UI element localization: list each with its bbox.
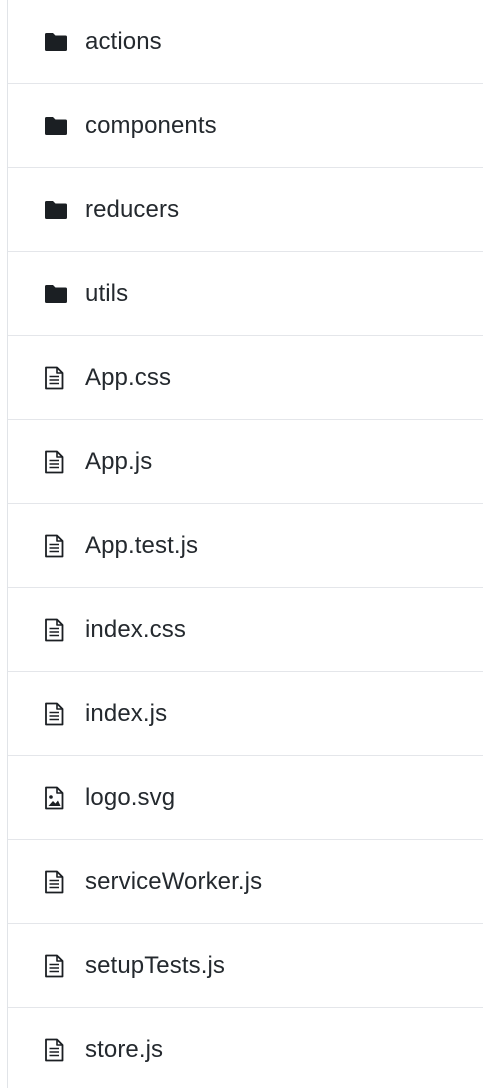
list-item-app-test-js[interactable]: App.test.js: [8, 504, 483, 588]
list-item-reducers[interactable]: reducers: [8, 168, 483, 252]
item-name[interactable]: setupTests.js: [85, 952, 225, 980]
item-name[interactable]: store.js: [85, 1036, 163, 1064]
list-item-utils[interactable]: utils: [8, 252, 483, 336]
list-item-store-js[interactable]: store.js: [8, 1008, 483, 1088]
list-item-components[interactable]: components: [8, 84, 483, 168]
item-name[interactable]: logo.svg: [85, 784, 175, 812]
list-item-actions[interactable]: actions: [8, 0, 483, 84]
list-item-app-js[interactable]: App.js: [8, 420, 483, 504]
item-name[interactable]: App.css: [85, 364, 171, 392]
list-item-logo-svg[interactable]: logo.svg: [8, 756, 483, 840]
folder-icon: [44, 27, 74, 57]
folder-icon: [44, 111, 74, 141]
list-item-serviceworker-js[interactable]: serviceWorker.js: [8, 840, 483, 924]
item-name[interactable]: index.js: [85, 700, 167, 728]
file-text-icon: [44, 447, 74, 477]
item-name[interactable]: utils: [85, 280, 128, 308]
list-item-setuptests-js[interactable]: setupTests.js: [8, 924, 483, 1008]
item-name[interactable]: App.js: [85, 448, 152, 476]
file-list: actions components reducers utils App.cs…: [7, 0, 483, 1088]
item-name[interactable]: App.test.js: [85, 532, 198, 560]
list-item-index-js[interactable]: index.js: [8, 672, 483, 756]
file-text-icon: [44, 531, 74, 561]
item-name[interactable]: components: [85, 112, 217, 140]
folder-icon: [44, 279, 74, 309]
file-text-icon: [44, 1035, 74, 1065]
file-image-icon: [44, 783, 74, 813]
item-name[interactable]: index.css: [85, 616, 186, 644]
file-text-icon: [44, 363, 74, 393]
item-name[interactable]: reducers: [85, 196, 179, 224]
file-text-icon: [44, 867, 74, 897]
list-item-app-css[interactable]: App.css: [8, 336, 483, 420]
folder-icon: [44, 195, 74, 225]
list-item-index-css[interactable]: index.css: [8, 588, 483, 672]
file-text-icon: [44, 615, 74, 645]
file-text-icon: [44, 951, 74, 981]
item-name[interactable]: serviceWorker.js: [85, 868, 262, 896]
item-name[interactable]: actions: [85, 28, 162, 56]
file-text-icon: [44, 699, 74, 729]
